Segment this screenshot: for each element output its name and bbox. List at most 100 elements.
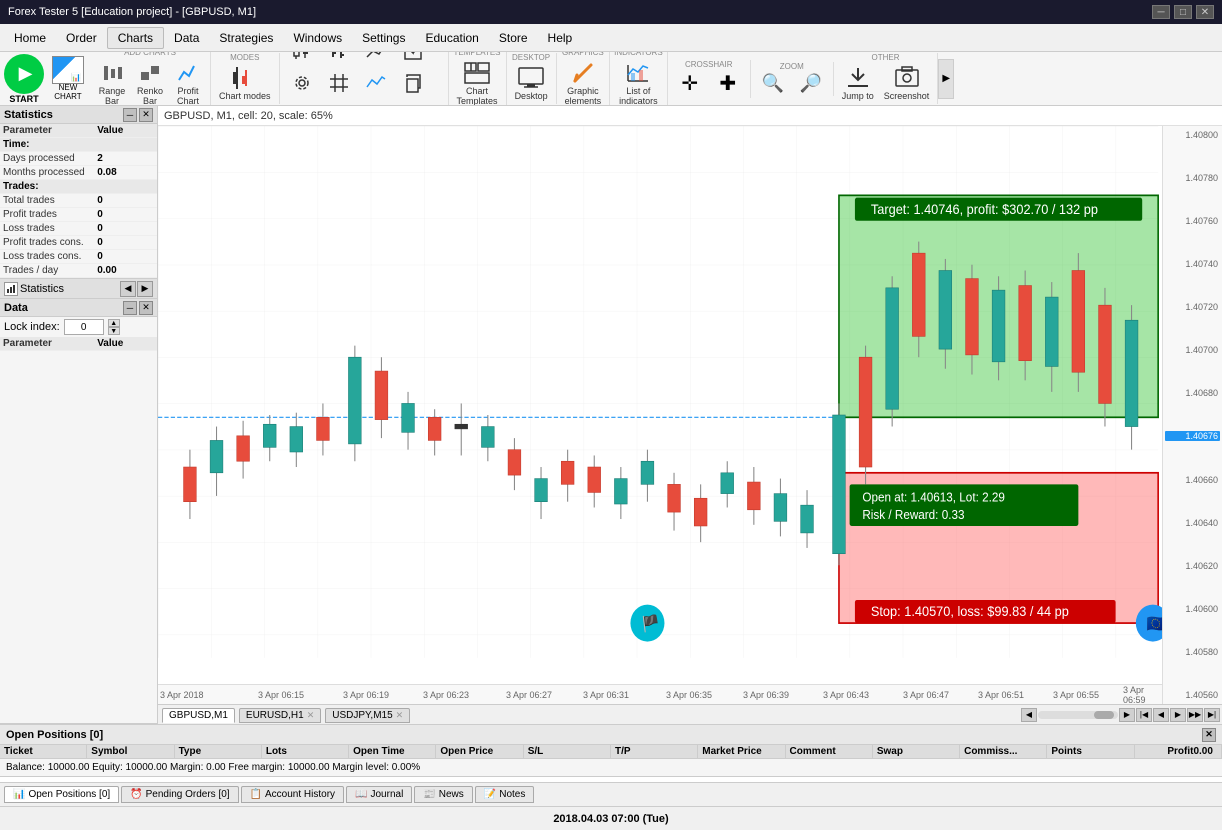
account-history-tab-icon: 📋 bbox=[250, 789, 262, 800]
menu-strategies[interactable]: Strategies bbox=[209, 28, 283, 48]
export-icon bbox=[399, 52, 427, 64]
jump-to-button[interactable]: Jump to bbox=[838, 62, 878, 104]
toolbar-scroll-right[interactable]: ▶ bbox=[938, 59, 954, 99]
maximize-button[interactable]: □ bbox=[1174, 5, 1192, 19]
chart-modes-button[interactable]: Chart modes bbox=[215, 62, 275, 104]
scrollbar-track[interactable] bbox=[1038, 711, 1118, 719]
menu-order[interactable]: Order bbox=[56, 28, 107, 48]
tab-open-positions[interactable]: 📊 Open Positions [0] bbox=[4, 786, 119, 803]
positions-close-btn[interactable]: ✕ bbox=[1202, 728, 1216, 742]
titlebar: Forex Tester 5 [Education project] - [GB… bbox=[0, 0, 1222, 24]
lock-spinners: ▲ ▼ bbox=[108, 319, 120, 335]
current-price: 1.40676 bbox=[1165, 431, 1220, 441]
crosshair-remove-btn[interactable]: ✚ bbox=[710, 69, 746, 98]
bar-view-btn[interactable] bbox=[321, 52, 357, 66]
data-close-btn[interactable]: ✕ bbox=[139, 301, 153, 315]
price-9: 1.40640 bbox=[1165, 518, 1220, 528]
list-of-indicators-button[interactable]: List ofindicators bbox=[615, 57, 662, 106]
menu-data[interactable]: Data bbox=[164, 28, 209, 48]
chart-modes-icon bbox=[231, 64, 259, 92]
grid-btn[interactable] bbox=[321, 67, 357, 99]
col-open-time: Open Time bbox=[349, 745, 436, 758]
chart-scrollbar-area: ◀ ▶ |◀ ◀ ▶ ▶▶ ▶| bbox=[1019, 705, 1222, 724]
desktop-button[interactable]: Desktop bbox=[511, 62, 552, 104]
toolbar: ▶ START 📊 NEWCHART ADD CHARTS RangeBar bbox=[0, 52, 1222, 106]
lock-spin-up[interactable]: ▲ bbox=[108, 319, 120, 327]
close-eurusd-icon[interactable]: ✕ bbox=[307, 710, 315, 721]
screenshot-button[interactable]: Screenshot bbox=[880, 62, 934, 104]
crosshair-add-btn[interactable]: ✛ bbox=[672, 69, 708, 98]
scroll-to-start-btn[interactable]: |◀ bbox=[1136, 708, 1152, 722]
months-processed-value: 0.08 bbox=[94, 166, 157, 180]
loss-trades-value: 0 bbox=[94, 222, 157, 236]
close-button[interactable]: ✕ bbox=[1196, 5, 1214, 19]
scroll-fast-forward-btn[interactable]: ▶▶ bbox=[1187, 708, 1203, 722]
renko-bar-button[interactable]: RenkoBar bbox=[132, 57, 168, 106]
menu-home[interactable]: Home bbox=[4, 28, 56, 48]
lock-spin-down[interactable]: ▼ bbox=[108, 327, 120, 335]
profit-chart-button[interactable]: ProfitChart bbox=[170, 57, 206, 106]
settings-view-btn[interactable] bbox=[284, 67, 320, 99]
graphics-group: GRAPHICS Graphicelements bbox=[557, 52, 611, 106]
menu-education[interactable]: Education bbox=[415, 28, 488, 48]
add-charts-group: ADD CHARTS RangeBar RenkoBar bbox=[90, 52, 211, 106]
tab-pending-orders[interactable]: ⏰ Pending Orders [0] bbox=[121, 786, 238, 803]
crosshair-add-icon: ✛ bbox=[681, 71, 698, 96]
stats-arrow-right[interactable]: ▶ bbox=[137, 281, 153, 297]
close-usdjpy-icon[interactable]: ✕ bbox=[396, 710, 404, 721]
scroll-to-end-btn[interactable]: ▶| bbox=[1204, 708, 1220, 722]
templates-group: TEMPLATES ChartTemplates bbox=[449, 52, 507, 106]
scroll-step-back-btn[interactable]: ◀ bbox=[1153, 708, 1169, 722]
range-bar-button[interactable]: RangeBar bbox=[94, 57, 130, 106]
copy-btn[interactable] bbox=[395, 67, 431, 99]
list-of-indicators-label: List ofindicators bbox=[619, 87, 658, 106]
time-7: 3 Apr 06:39 bbox=[743, 690, 789, 700]
total-trades-row: Total trades 0 bbox=[0, 194, 157, 208]
scroll-left-btn[interactable]: ◀ bbox=[1021, 708, 1037, 722]
stats-arrow-left[interactable]: ◀ bbox=[120, 281, 136, 297]
candles-view-btn[interactable] bbox=[284, 52, 320, 66]
menu-store[interactable]: Store bbox=[489, 28, 538, 48]
indicator-view-btn[interactable] bbox=[358, 67, 394, 99]
scrollbar-thumb[interactable] bbox=[1094, 711, 1114, 719]
minimize-button[interactable]: ─ bbox=[1152, 5, 1170, 19]
profit-trades-value: 0 bbox=[94, 208, 157, 222]
statistics-close-btn[interactable]: ✕ bbox=[139, 108, 153, 122]
zoom-in-icon: 🔍 bbox=[762, 73, 784, 94]
col-lots: Lots bbox=[262, 745, 349, 758]
menu-help[interactable]: Help bbox=[538, 28, 583, 48]
col-swap: Swap bbox=[873, 745, 960, 758]
time-2: 3 Apr 06:19 bbox=[343, 690, 389, 700]
scroll-right-btn[interactable]: ▶ bbox=[1119, 708, 1135, 722]
lock-index-input[interactable] bbox=[64, 319, 104, 335]
start-button[interactable]: ▶ START bbox=[4, 54, 44, 104]
chart-canvas[interactable]: Target: 1.40746, profit: $302.70 / 132 p… bbox=[158, 126, 1222, 704]
scroll-play-btn[interactable]: ▶ bbox=[1170, 708, 1186, 722]
chart-view-group: CHART VIEW bbox=[280, 52, 449, 106]
tab-news[interactable]: 📰 News bbox=[414, 786, 472, 803]
data-minimize-btn[interactable]: ─ bbox=[123, 301, 137, 315]
chart-templates-button[interactable]: ChartTemplates bbox=[453, 57, 502, 106]
export-btn[interactable] bbox=[395, 52, 431, 66]
svg-text:🏴: 🏴 bbox=[641, 613, 660, 633]
zoom-in-btn[interactable]: 🔍 bbox=[755, 71, 791, 96]
data-header-row: Parameter Value bbox=[0, 337, 157, 351]
crosshair-remove-icon: ✚ bbox=[719, 71, 736, 96]
titlebar-title: Forex Tester 5 [Education project] - [GB… bbox=[8, 6, 256, 18]
tab-journal[interactable]: 📖 Journal bbox=[346, 786, 412, 803]
statistics-title: Statistics bbox=[4, 109, 53, 121]
graphic-elements-button[interactable]: Graphicelements bbox=[561, 57, 606, 106]
chart-tab-usdjpy[interactable]: USDJPY,M15 ✕ bbox=[325, 708, 410, 723]
chart-tab-eurusd[interactable]: EURUSD,H1 ✕ bbox=[239, 708, 321, 723]
zoom-out-btn[interactable]: 🔎 bbox=[793, 71, 829, 96]
tab-notes[interactable]: 📝 Notes bbox=[475, 786, 535, 803]
new-chart-button[interactable]: 📊 NEWCHART bbox=[50, 54, 86, 104]
menu-windows[interactable]: Windows bbox=[283, 28, 352, 48]
tab-account-history[interactable]: 📋 Account History bbox=[241, 786, 344, 803]
statistics-minimize-btn[interactable]: ─ bbox=[123, 108, 137, 122]
profit-trades-row: Profit trades 0 bbox=[0, 208, 157, 222]
menu-settings[interactable]: Settings bbox=[352, 28, 415, 48]
menu-charts[interactable]: Charts bbox=[107, 27, 164, 49]
line-view-btn[interactable] bbox=[358, 52, 394, 66]
chart-tab-gbpusd[interactable]: GBPUSD,M1 bbox=[162, 708, 235, 723]
